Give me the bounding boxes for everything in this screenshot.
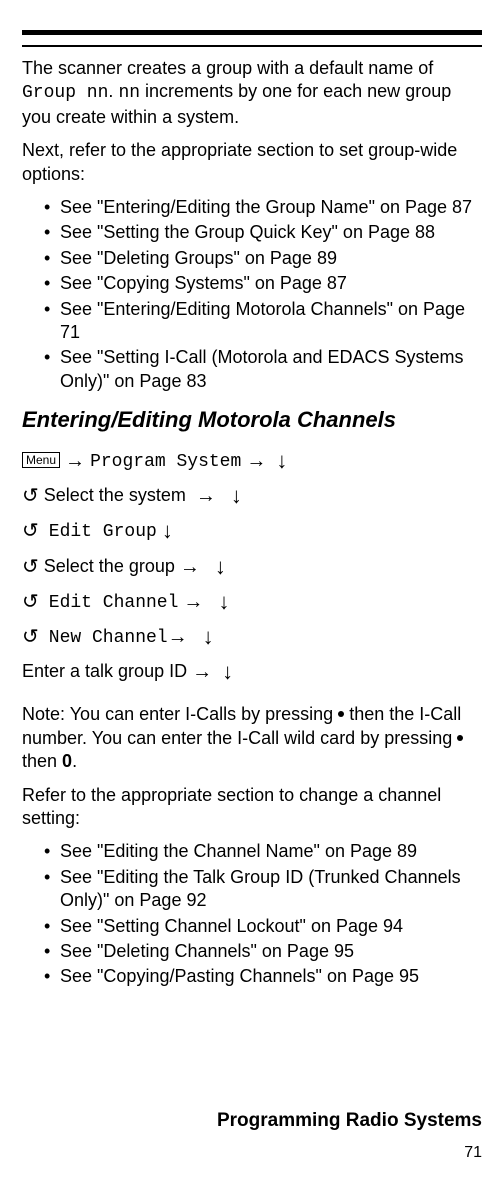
rotate-icon: ↺ xyxy=(22,485,39,507)
list-item: See "Editing the Channel Name" on Page 8… xyxy=(44,840,482,863)
top-rule-thin xyxy=(22,45,482,47)
arrow-down-icon: ↓ xyxy=(231,483,242,508)
intro-text-b: . xyxy=(108,81,118,101)
nav-line-3: ↺ Edit Group ↓ xyxy=(22,513,482,548)
nav-select-group: Select the group xyxy=(44,556,175,576)
nav-enter-tgid: Enter a talk group ID xyxy=(22,661,187,681)
list-item: See "Setting the Group Quick Key" on Pag… xyxy=(44,221,482,244)
footer-title: Programming Radio Systems xyxy=(217,1110,482,1132)
intro-mono-2: nn xyxy=(118,83,140,103)
list-item: See "Deleting Channels" on Page 95 xyxy=(44,940,482,963)
list-item: See "Entering/Editing Motorola Channels"… xyxy=(44,298,482,345)
top-rule-thick xyxy=(22,30,482,35)
intro-paragraph-2: Next, refer to the appropriate section t… xyxy=(22,139,482,186)
rotate-icon: ↺ xyxy=(22,520,39,542)
intro-mono-1: Group nn xyxy=(22,83,108,103)
arrow-right-icon: → xyxy=(196,485,216,507)
intro-paragraph-1: The scanner creates a group with a defau… xyxy=(22,57,482,129)
arrow-down-icon: ↓ xyxy=(215,554,226,579)
arrow-down-icon: ↓ xyxy=(203,624,214,649)
nav-line-4: ↺ Select the group → ↓ xyxy=(22,549,482,584)
list-item: See "Editing the Talk Group ID (Trunked … xyxy=(44,866,482,913)
page-container: The scanner creates a group with a defau… xyxy=(0,0,504,1180)
arrow-right-icon: → xyxy=(183,591,203,613)
section-heading: Entering/Editing Motorola Channels xyxy=(22,407,482,433)
refer-paragraph: Refer to the appropriate section to chan… xyxy=(22,784,482,831)
nav-line-6: ↺ New Channel→ ↓ xyxy=(22,619,482,654)
note-paragraph: Note: You can enter I-Calls by pressing … xyxy=(22,703,482,773)
nav-new-channel: New Channel xyxy=(49,628,168,648)
nav-edit-channel: Edit Channel xyxy=(49,593,179,613)
list-item: See "Setting I-Call (Motorola and EDACS … xyxy=(44,346,482,393)
list-item: See "Copying Systems" on Page 87 xyxy=(44,272,482,295)
nav-program-system: Program System xyxy=(90,452,241,472)
arrow-right-icon: → xyxy=(246,450,266,472)
arrow-right-icon: → xyxy=(65,450,85,472)
note-text-d: . xyxy=(72,751,77,771)
arrow-down-icon: ↓ xyxy=(276,448,287,473)
page-number: 71 xyxy=(464,1144,482,1162)
list-item: See "Deleting Groups" on Page 89 xyxy=(44,247,482,270)
rotate-icon: ↺ xyxy=(22,591,39,613)
nav-edit-group: Edit Group xyxy=(49,522,157,542)
nav-line-5: ↺ Edit Channel → ↓ xyxy=(22,584,482,619)
note-text-c: then xyxy=(22,751,62,771)
note-text-a: Note: You can enter I-Calls by pressing xyxy=(22,704,338,724)
arrow-down-icon: ↓ xyxy=(218,589,229,614)
nav-line-7: Enter a talk group ID → ↓ xyxy=(22,654,482,689)
arrow-right-icon: → xyxy=(168,626,188,648)
intro-text-a: The scanner creates a group with a defau… xyxy=(22,58,433,78)
rotate-icon: ↺ xyxy=(22,626,39,648)
list-item: See "Entering/Editing the Group Name" on… xyxy=(44,196,482,219)
bullet-list-1: See "Entering/Editing the Group Name" on… xyxy=(22,196,482,393)
nav-line-2: ↺ Select the system → ↓ xyxy=(22,478,482,513)
arrow-down-icon: ↓ xyxy=(222,659,233,684)
arrow-right-icon: → xyxy=(192,661,212,683)
list-item: See "Setting Channel Lockout" on Page 94 xyxy=(44,915,482,938)
arrow-right-icon: → xyxy=(180,556,200,578)
rotate-icon: ↺ xyxy=(22,556,39,578)
nav-line-1: Menu → Program System → ↓ xyxy=(22,443,482,478)
dot-icon xyxy=(457,735,463,741)
list-item: See "Copying/Pasting Channels" on Page 9… xyxy=(44,965,482,988)
bullet-list-2: See "Editing the Channel Name" on Page 8… xyxy=(22,840,482,988)
menu-button-icon: Menu xyxy=(22,452,60,468)
arrow-down-icon: ↓ xyxy=(162,518,173,543)
nav-select-system: Select the system xyxy=(44,485,186,505)
note-zero: 0 xyxy=(62,751,72,771)
